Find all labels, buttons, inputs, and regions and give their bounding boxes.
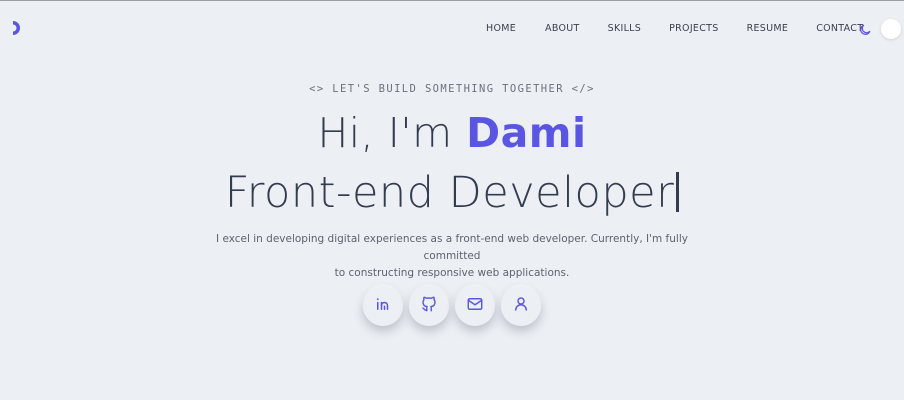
- nav-item-projects[interactable]: PROJECTS: [669, 23, 718, 34]
- moon-icon[interactable]: [858, 22, 872, 36]
- nav-item-home[interactable]: HOME: [486, 23, 516, 34]
- main-nav: HOME ABOUT SKILLS PROJECTS RESUME CONTAC…: [486, 23, 863, 34]
- hero-role-text: Front-end Developer: [224, 168, 675, 218]
- user-icon: [512, 295, 530, 317]
- hero-role: Front-end Developer: [0, 165, 904, 221]
- resume-profile-button[interactable]: [501, 286, 541, 326]
- linkedin-icon: [374, 295, 392, 317]
- mail-icon: [466, 295, 484, 317]
- social-links: [363, 286, 541, 326]
- nav-item-contact[interactable]: CONTACT: [816, 23, 863, 34]
- nav-item-resume[interactable]: RESUME: [747, 23, 789, 34]
- hero-description-line-2: to constructing responsive web applicati…: [334, 267, 570, 279]
- typing-cursor: [676, 172, 680, 212]
- theme-toggle-button[interactable]: [881, 19, 901, 39]
- hero-description-line-1: I excel in developing digital experience…: [216, 233, 688, 262]
- hero-greeting: Hi, I'm: [317, 109, 453, 157]
- hero-tagline: <> LET'S BUILD SOMETHING TOGETHER </>: [309, 83, 595, 95]
- github-button[interactable]: [409, 286, 449, 326]
- half-moon-logo-icon[interactable]: [8, 19, 26, 37]
- github-icon: [420, 295, 438, 317]
- hero-heading: Hi, I'm Dami: [0, 107, 904, 159]
- nav-item-skills[interactable]: SKILLS: [608, 23, 641, 34]
- hero-name: Dami: [466, 109, 587, 157]
- nav-item-about[interactable]: ABOUT: [545, 23, 580, 34]
- mail-button[interactable]: [455, 286, 495, 326]
- linkedin-button[interactable]: [363, 286, 403, 326]
- top-border: [0, 0, 904, 1]
- hero-description: I excel in developing digital experience…: [200, 231, 704, 282]
